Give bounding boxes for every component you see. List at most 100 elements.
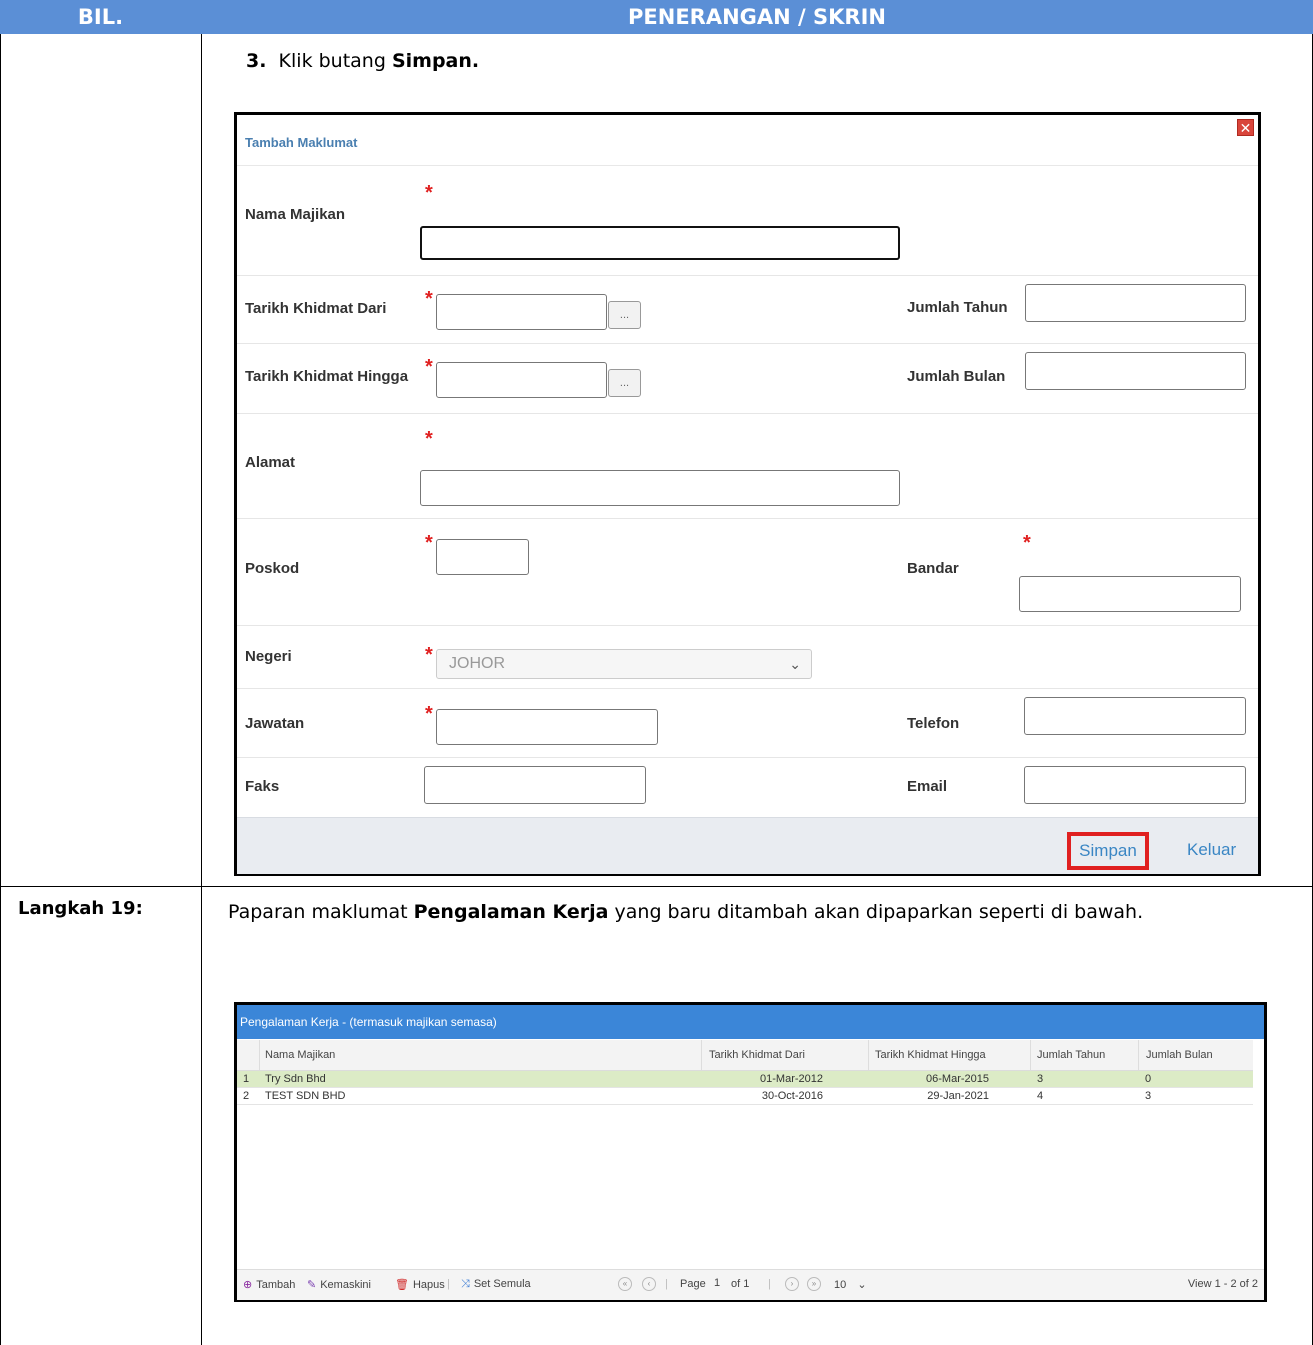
- label-alamat: Alamat: [245, 454, 296, 471]
- jawatan-input[interactable]: [436, 709, 658, 745]
- cell-jumlah-bulan: 3: [1145, 1090, 1152, 1102]
- last-page-icon[interactable]: »: [807, 1277, 821, 1291]
- required-icon: *: [425, 644, 433, 666]
- date-picker-button[interactable]: ...: [608, 369, 641, 397]
- tambah-maklumat-dialog: Tambah Maklumat ✕ * Nama Majikan Tarikh …: [234, 112, 1261, 876]
- chevron-down-icon: ⌄: [789, 656, 801, 672]
- row-divider: [237, 343, 1258, 344]
- table-border-left: [0, 34, 1, 1345]
- shuffle-icon: ⤨: [461, 1278, 470, 1290]
- column-header-bil: BIL.: [77, 5, 124, 29]
- dialog-footer: Simpan Keluar: [237, 817, 1258, 874]
- cell-nama-majikan: TEST SDN BHD: [265, 1090, 346, 1102]
- table-row[interactable]: 2 TEST SDN BHD 30-Oct-2016 29-Jan-2021 4…: [237, 1088, 1253, 1105]
- row-divider: [237, 625, 1258, 626]
- required-icon: *: [425, 428, 433, 450]
- label-negeri: Negeri: [245, 648, 292, 665]
- faks-input[interactable]: [424, 766, 646, 804]
- required-icon: *: [425, 182, 433, 204]
- rows-per-page-select[interactable]: 10 ⌄: [834, 1278, 867, 1291]
- dialog-title: Tambah Maklumat: [245, 135, 358, 150]
- column-header-tarikh-dari[interactable]: Tarikh Khidmat Dari: [709, 1049, 805, 1061]
- tarikh-dari-input[interactable]: [436, 294, 607, 330]
- keluar-button[interactable]: Keluar: [1187, 840, 1236, 860]
- alamat-input[interactable]: [420, 470, 900, 506]
- tambah-button[interactable]: ⊕ Tambah: [243, 1278, 295, 1291]
- cell-jumlah-tahun: 3: [1037, 1073, 1044, 1085]
- row-number: 2: [243, 1090, 250, 1102]
- pengalaman-kerja-grid: Pengalaman Kerja - (termasuk majikan sem…: [234, 1002, 1267, 1302]
- column-separator: [701, 1040, 702, 1070]
- row-divider: [237, 688, 1258, 689]
- column-header-jumlah-bulan[interactable]: Jumlah Bulan: [1146, 1049, 1213, 1061]
- hapus-label: Hapus: [412, 1279, 445, 1291]
- kemaskini-label: Kemaskini: [320, 1279, 371, 1291]
- prev-page-icon[interactable]: ‹: [642, 1277, 656, 1291]
- grid-header: Nama Majikan Tarikh Khidmat Dari Tarikh …: [237, 1040, 1253, 1071]
- row-divider: [237, 757, 1258, 758]
- row-number: 1: [243, 1073, 250, 1085]
- required-icon: *: [425, 356, 433, 378]
- telefon-input[interactable]: [1024, 697, 1246, 735]
- close-icon[interactable]: ✕: [1237, 119, 1254, 136]
- view-count: View 1 - 2 of 2: [1187, 1278, 1258, 1290]
- pencil-icon: ✎: [307, 1279, 317, 1291]
- cell-tarikh-hingga: 06-Mar-2015: [926, 1073, 989, 1085]
- first-page-icon[interactable]: «: [618, 1277, 632, 1291]
- cell-jumlah-tahun: 4: [1037, 1090, 1044, 1102]
- grid-caption: Pengalaman Kerja - (termasuk majikan sem…: [237, 1005, 1264, 1039]
- cell-tarikh-dari: 30-Oct-2016: [761, 1090, 823, 1102]
- date-picker-button[interactable]: ...: [608, 301, 641, 329]
- nama-majikan-input[interactable]: [420, 226, 900, 260]
- dialog-body: * Nama Majikan Tarikh Khidmat Dari * ...…: [237, 165, 1258, 818]
- cell-tarikh-hingga: 29-Jan-2021: [927, 1090, 989, 1102]
- required-icon: *: [1023, 532, 1031, 554]
- required-icon: *: [425, 288, 433, 310]
- column-header-jumlah-tahun[interactable]: Jumlah Tahun: [1037, 1049, 1105, 1061]
- label-jumlah-bulan: Jumlah Bulan: [907, 368, 1006, 385]
- jumlah-bulan-input[interactable]: [1025, 352, 1246, 390]
- kemaskini-button[interactable]: ✎ Kemaskini: [307, 1278, 371, 1291]
- label-jumlah-tahun: Jumlah Tahun: [907, 299, 1008, 316]
- set-semula-button[interactable]: ⤨ Set Semula: [461, 1278, 531, 1291]
- column-separator: [1138, 1040, 1139, 1070]
- grid-footer: ⊕ Tambah ✎ Kemaskini 🗑 Hapus | ⤨ Set Semula …: [237, 1269, 1264, 1300]
- next-page-icon[interactable]: ›: [785, 1277, 799, 1291]
- column-header-nama-majikan[interactable]: Nama Majikan: [265, 1049, 335, 1061]
- step-number: 3.: [246, 50, 267, 72]
- hapus-button[interactable]: 🗑 Hapus: [395, 1278, 445, 1291]
- column-separator: [1030, 1040, 1031, 1070]
- tarikh-hingga-input[interactable]: [436, 362, 607, 398]
- table-row[interactable]: 1 Try Sdn Bhd 01-Mar-2012 06-Mar-2015 3 …: [237, 1071, 1253, 1088]
- cell-tarikh-dari: 01-Mar-2012: [760, 1073, 823, 1085]
- label-poskod: Poskod: [245, 560, 300, 577]
- poskod-input[interactable]: [436, 539, 529, 575]
- table-border-middle: [201, 34, 202, 1345]
- column-separator: [868, 1040, 869, 1070]
- email-input[interactable]: [1024, 766, 1246, 804]
- simpan-button[interactable]: Simpan: [1067, 832, 1149, 870]
- jumlah-tahun-input[interactable]: [1025, 284, 1246, 322]
- cell-nama-majikan: Try Sdn Bhd: [265, 1073, 326, 1085]
- page-count: of 1: [731, 1278, 750, 1290]
- description-emphasis: Pengalaman Kerja: [413, 901, 609, 923]
- label-tarikh-hingga: Tarikh Khidmat Hingga: [245, 368, 409, 385]
- negeri-select[interactable]: JOHOR ⌄: [436, 649, 812, 679]
- description-text: yang baru ditambah akan dipaparkan seper…: [614, 901, 1144, 923]
- tambah-label: Tambah: [256, 1279, 296, 1291]
- column-header-tarikh-hingga[interactable]: Tarikh Khidmat Hingga: [875, 1049, 986, 1061]
- step-19-label: Langkah 19:: [18, 898, 143, 919]
- label-tarikh-dari: Tarikh Khidmat Dari: [245, 300, 387, 317]
- label-jawatan: Jawatan: [245, 715, 305, 732]
- column-header-penerangan: PENERANGAN / SKRIN: [628, 5, 886, 29]
- toolbar-divider: |: [447, 1278, 450, 1290]
- page-number-input[interactable]: 1: [707, 1275, 727, 1292]
- step-19-description: Paparan maklumat Pengalaman Kerja yang b…: [228, 896, 1283, 928]
- set-semula-label: Set Semula: [473, 1278, 531, 1290]
- row-divider: [237, 275, 1258, 276]
- bandar-input[interactable]: [1019, 576, 1241, 612]
- required-icon: *: [425, 532, 433, 554]
- step-text: Klik butang: [278, 50, 386, 72]
- rows-per-page-value: 10: [834, 1279, 847, 1291]
- table-row-divider: [0, 886, 1313, 887]
